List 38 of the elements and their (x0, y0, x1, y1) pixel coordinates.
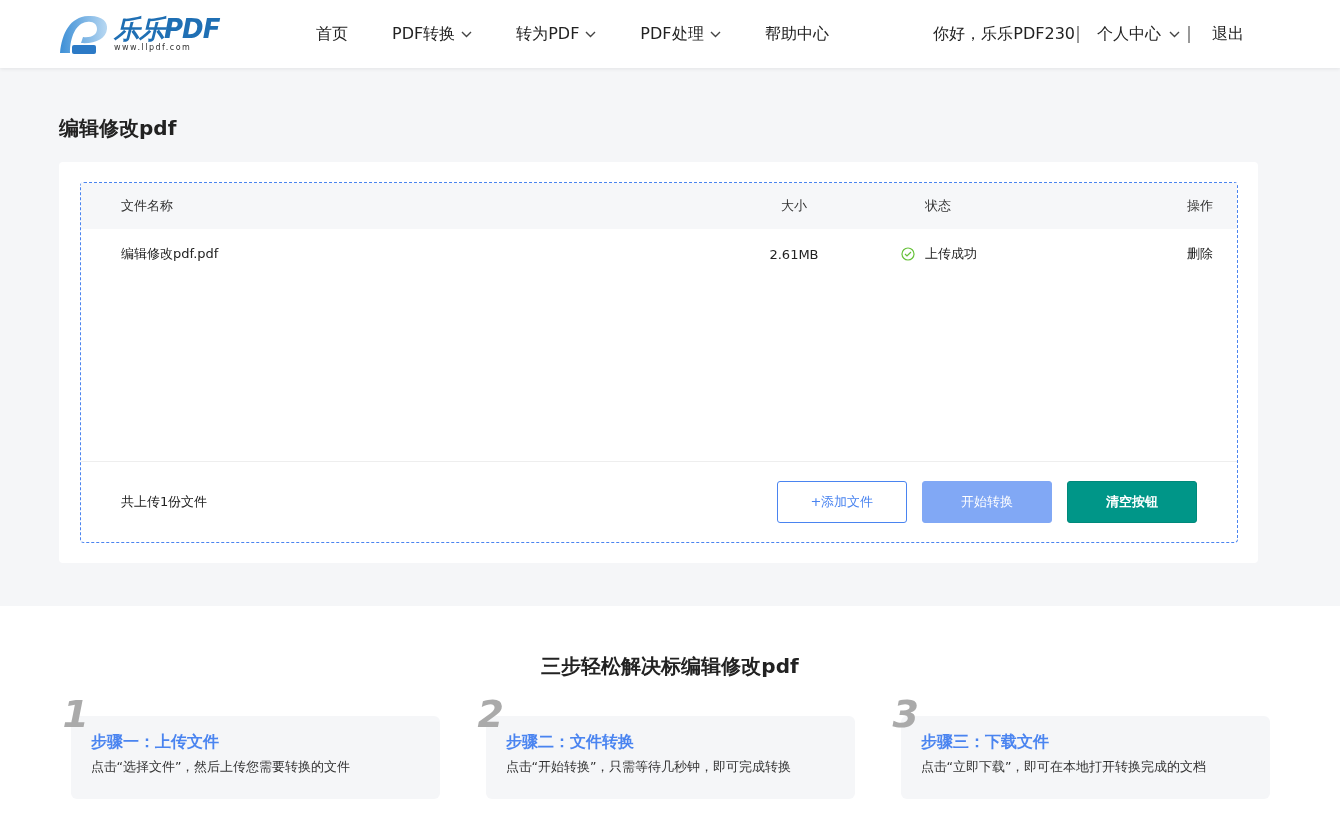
logo-url: www.llpdf.com (114, 43, 193, 53)
step-number: 2 (477, 694, 504, 734)
step-text: 点击“立即下载”，即可在本地打开转换完成的文档 (920, 759, 1208, 776)
column-header: 大小 (780, 197, 808, 215)
column-header: 状态 (924, 197, 952, 215)
action-button[interactable]: +添加文件 (777, 481, 907, 523)
page-title: 编辑修改pdf (59, 116, 178, 140)
nav-link[interactable]: 转为PDF (516, 23, 597, 45)
nav-link[interactable]: 帮助中心 (764, 23, 829, 45)
nav-link[interactable]: PDF处理 (640, 23, 721, 45)
logo-icon (58, 13, 110, 55)
nav-link[interactable]: PDF转换 (392, 23, 473, 45)
step-number: 1 (62, 694, 89, 734)
chevron-down-icon (461, 30, 473, 38)
chevron-down-icon (1169, 30, 1180, 38)
column-header: 操作 (1186, 197, 1213, 215)
column-header: 文件名称 (121, 197, 174, 215)
section-title: 三步轻松解决标编辑修改pdf (541, 654, 799, 678)
chevron-down-icon (585, 30, 597, 38)
logout-link[interactable]: 退出 (1212, 23, 1244, 45)
account-menu[interactable]: 个人中心 (1097, 23, 1180, 45)
upload-summary: 共上传1份文件 (121, 493, 208, 511)
greeting-text: 你好，乐乐PDF230 (933, 23, 1075, 45)
step-title: 步骤二：文件转换 (505, 732, 635, 753)
logo-text[interactable]: 乐乐PDF (114, 15, 220, 43)
file-name: 编辑修改pdf.pdf (121, 245, 220, 263)
file-size: 2.61MB (768, 246, 820, 262)
step-number: 3 (892, 694, 919, 734)
action-button[interactable]: 清空按钮 (1067, 481, 1197, 523)
step-title: 步骤三：下载文件 (920, 732, 1050, 753)
delete-link[interactable]: 删除 (1099, 245, 1213, 263)
status-text: 上传成功 (925, 245, 977, 263)
step-title: 步骤一：上传文件 (90, 732, 220, 753)
check-circle-icon (901, 247, 915, 261)
chevron-down-icon (709, 30, 721, 38)
nav-link[interactable]: 首页 (316, 23, 348, 45)
step-text: 点击“开始转换”，只需等待几秒钟，即可完成转换 (505, 759, 793, 776)
step-text: 点击“选择文件”，然后上传您需要转换的文件 (90, 759, 352, 776)
